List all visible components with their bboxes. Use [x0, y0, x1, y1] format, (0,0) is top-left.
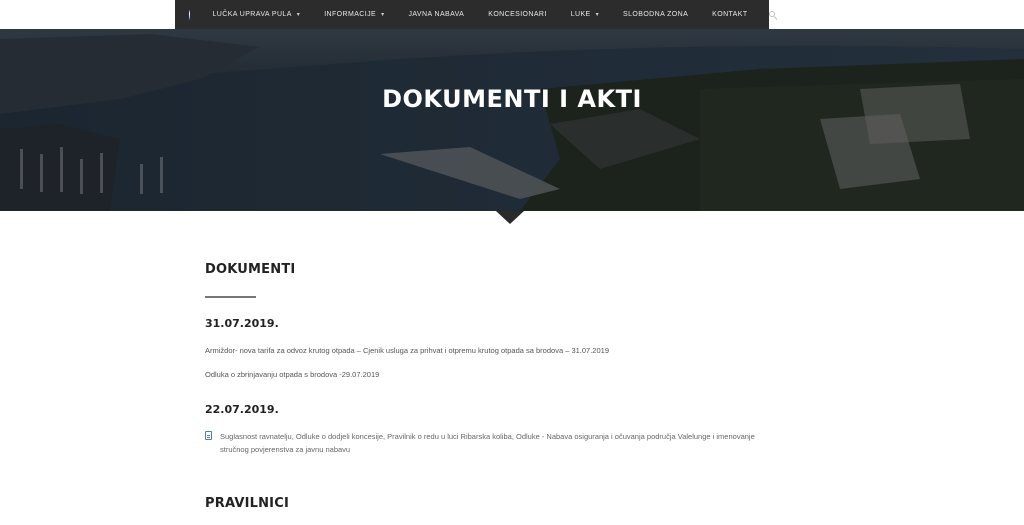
- page-title: DOKUMENTI I AKTI: [382, 85, 642, 113]
- section-title-dokumenti: DOKUMENTI: [205, 262, 296, 277]
- hero-banner: DOKUMENTI I AKTI: [0, 29, 1024, 211]
- nav-item-label: SLOBODNA ZONA: [623, 11, 689, 18]
- nav-item-informacije[interactable]: INFORMACIJE ▾: [324, 11, 384, 18]
- nav-item-koncesionari[interactable]: KONCESIONARI: [488, 11, 546, 18]
- nav-item-luke[interactable]: LUKE ▾: [571, 11, 599, 18]
- document-link[interactable]: Armiždor- nova tarifa za odvoz krutog ot…: [205, 344, 785, 357]
- document-link[interactable]: Suglasnost ravnatelju, Odluke o dodjeli …: [220, 430, 775, 456]
- nav-item-kontakt[interactable]: KONTAKT: [712, 11, 747, 18]
- nav-item-javna-nabava[interactable]: JAVNA NABAVA: [408, 11, 464, 18]
- nav-item-label: KONTAKT: [712, 11, 748, 18]
- document-item[interactable]: Suglasnost ravnatelju, Odluke o dodjeli …: [205, 430, 785, 456]
- hero-down-arrow: [496, 211, 524, 224]
- chevron-down-icon: ▾: [381, 12, 385, 18]
- main-nav: LUČKA UPRAVA PULA ▾ INFORMACIJE ▾ JAVNA …: [175, 0, 777, 29]
- document-link[interactable]: Odluka o zbrinjavanju otpada s brodova -…: [205, 368, 785, 381]
- nav-item-label: KONCESIONARI: [488, 11, 547, 18]
- nav-item-slobodna-zona[interactable]: SLOBODNA ZONA: [623, 11, 688, 18]
- file-icon: [205, 431, 212, 440]
- hero-overlay: [0, 29, 1024, 211]
- search-icon[interactable]: [768, 10, 777, 20]
- nav-left-spacer: [0, 0, 175, 29]
- section-title-pravilnici: PRAVILNICI: [205, 496, 289, 511]
- nav-item-label: LUKE: [570, 11, 591, 18]
- logo-icon[interactable]: [189, 9, 191, 20]
- nav-item-label: INFORMACIJE: [324, 11, 377, 18]
- chevron-down-icon: ▾: [296, 12, 301, 18]
- nav-item-lucka-uprava[interactable]: LUČKA UPRAVA PULA ▾: [212, 11, 300, 18]
- date-heading: 22.07.2019.: [205, 403, 279, 416]
- date-heading: 31.07.2019.: [205, 317, 279, 330]
- main-content: DOKUMENTI 31.07.2019. Armiždor- nova tar…: [205, 262, 785, 511]
- nav-right-spacer: [769, 0, 1024, 29]
- nav-item-label: LUČKA UPRAVA PULA: [212, 11, 292, 18]
- chevron-down-icon: ▾: [595, 12, 600, 18]
- nav-item-label: JAVNA NABAVA: [408, 11, 465, 18]
- section-divider: [205, 296, 256, 298]
